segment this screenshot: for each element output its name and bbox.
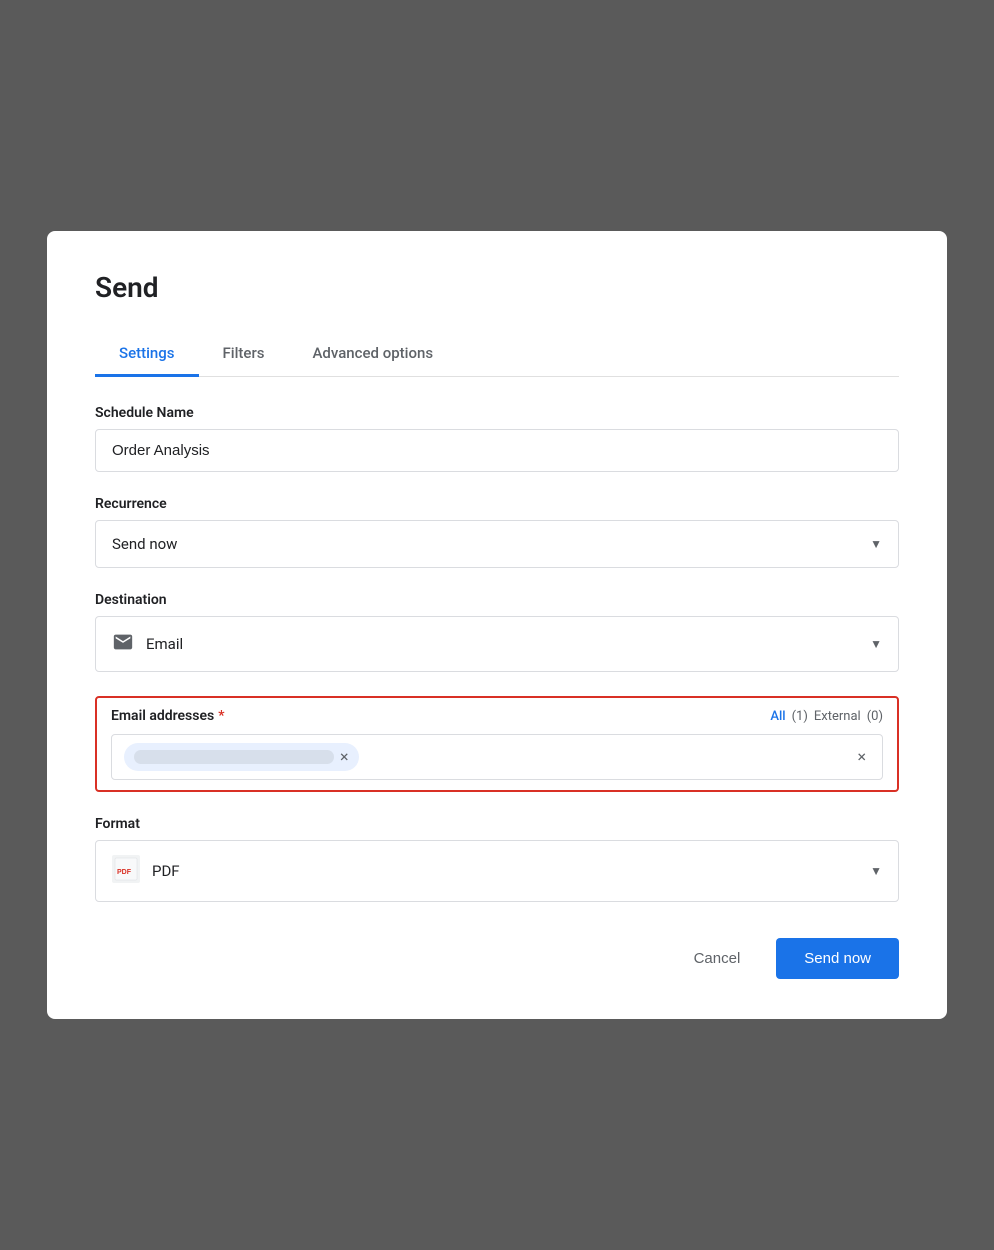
- svg-text:PDF: PDF: [117, 869, 132, 876]
- destination-value: Email: [146, 635, 183, 653]
- chevron-down-icon: ▼: [870, 637, 882, 651]
- email-addresses-label: Email addresses: [111, 708, 214, 724]
- recurrence-select[interactable]: Send now ▼: [95, 520, 899, 568]
- chip-close-icon[interactable]: ×: [340, 749, 349, 765]
- schedule-name-label: Schedule Name: [95, 405, 899, 421]
- dialog-footer: Cancel Send now: [95, 938, 899, 979]
- email-chip: ×: [124, 743, 359, 771]
- email-label-row: Email addresses *: [111, 708, 224, 724]
- destination-select[interactable]: Email ▼: [95, 616, 899, 672]
- email-addresses-header: Email addresses * All (1) External (0): [111, 708, 883, 724]
- destination-label: Destination: [95, 592, 899, 608]
- tab-filters[interactable]: Filters: [199, 332, 289, 377]
- schedule-name-input[interactable]: [95, 429, 899, 472]
- chevron-down-icon: ▼: [870, 864, 882, 878]
- pdf-icon: PDF: [112, 855, 140, 887]
- chevron-down-icon: ▼: [870, 537, 882, 551]
- dialog-title: Send: [95, 271, 899, 304]
- email-input-area: × ×: [111, 734, 883, 780]
- filter-all-tab[interactable]: All: [770, 709, 785, 724]
- email-icon: [112, 631, 134, 657]
- recurrence-label: Recurrence: [95, 496, 899, 512]
- recurrence-value: Send now: [112, 535, 177, 553]
- recurrence-group: Recurrence Send now ▼: [95, 496, 899, 568]
- tab-advanced-options[interactable]: Advanced options: [288, 332, 457, 377]
- email-addresses-group: Email addresses * All (1) External (0) ×…: [95, 696, 899, 792]
- schedule-name-group: Schedule Name: [95, 405, 899, 472]
- tab-settings[interactable]: Settings: [95, 332, 199, 377]
- email-filter-tabs: All (1) External (0): [770, 709, 883, 724]
- email-addresses-section: Email addresses * All (1) External (0) ×…: [95, 696, 899, 792]
- all-count-badge: (1): [792, 709, 808, 724]
- empty-chip-area: ×: [367, 749, 870, 765]
- format-group: Format PDF PDF ▼: [95, 816, 899, 902]
- filter-external-tab[interactable]: External: [814, 709, 861, 724]
- email-chip-text: [134, 750, 334, 764]
- format-label: Format: [95, 816, 899, 832]
- format-value: PDF: [152, 862, 180, 880]
- format-select[interactable]: PDF PDF ▼: [95, 840, 899, 902]
- external-count-badge: (0): [867, 709, 883, 724]
- send-dialog: Send Settings Filters Advanced options S…: [47, 231, 947, 1019]
- required-indicator: *: [218, 708, 224, 724]
- destination-group: Destination Email ▼: [95, 592, 899, 672]
- cancel-button[interactable]: Cancel: [674, 940, 761, 977]
- send-now-button[interactable]: Send now: [776, 938, 899, 979]
- chip-close-empty-icon[interactable]: ×: [857, 749, 866, 765]
- tab-bar: Settings Filters Advanced options: [95, 332, 899, 377]
